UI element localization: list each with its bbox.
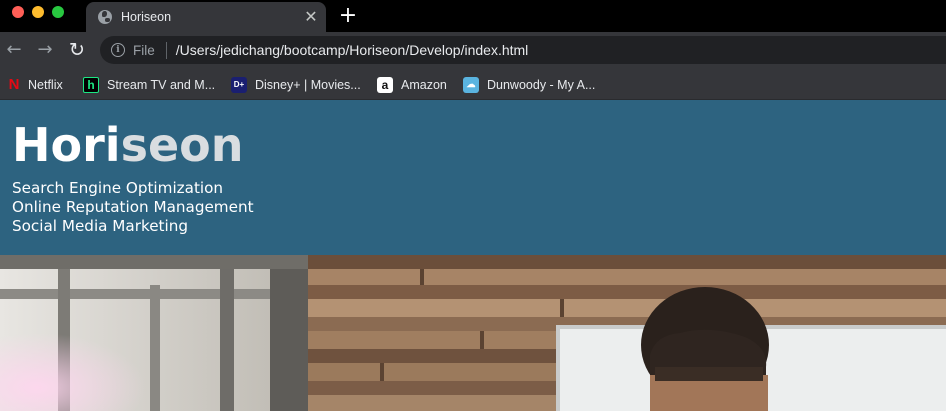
nav-link-online-reputation-management[interactable]: Online Reputation Management xyxy=(12,198,254,217)
address-divider xyxy=(165,41,167,59)
hero-image xyxy=(0,255,946,411)
bookmark-label: Amazon xyxy=(401,77,447,92)
bookmark-label: Disney+ | Movies... xyxy=(255,77,361,92)
brand-logo[interactable]: Horiseon xyxy=(12,119,244,172)
tab-close-icon[interactable]: ✕ xyxy=(300,9,322,25)
maximize-window-button[interactable] xyxy=(52,6,64,18)
bookmark-netflix[interactable]: N Netflix xyxy=(8,76,63,93)
back-arrow-icon[interactable]: ← xyxy=(3,39,25,61)
browser-tab[interactable]: Horiseon ✕ xyxy=(86,2,326,32)
site-header: Horiseon Search Engine Optimization Onli… xyxy=(0,101,946,255)
disney-plus-icon: D+ xyxy=(231,76,247,93)
info-icon[interactable]: i xyxy=(111,43,125,57)
tab-title: Horiseon xyxy=(121,10,172,24)
bookmark-label: Dunwoody - My A... xyxy=(487,77,596,92)
bookmark-label: Netflix xyxy=(28,77,63,92)
bookmark-label: Stream TV and M... xyxy=(107,77,216,92)
globe-icon xyxy=(98,10,112,24)
url-text[interactable]: /Users/jedichang/bootcamp/Horiseon/Devel… xyxy=(176,42,529,58)
netflix-icon: N xyxy=(8,76,20,93)
minimize-window-button[interactable] xyxy=(32,6,44,18)
address-bar[interactable]: i File /Users/jedichang/bootcamp/Horiseo… xyxy=(100,36,946,64)
nav-link-social-media-marketing[interactable]: Social Media Marketing xyxy=(12,217,254,236)
bookmark-disney-plus[interactable]: D+ Disney+ | Movies... xyxy=(231,76,361,93)
hulu-icon: h xyxy=(83,76,99,93)
browser-toolbar: ← → ↻ i File /Users/jedichang/bootcamp/H… xyxy=(0,32,946,68)
nav-link-search-engine-optimization[interactable]: Search Engine Optimization xyxy=(12,179,254,198)
bookmarks-bar: N Netflix h Stream TV and M... D+ Disney… xyxy=(0,68,946,100)
nav-menu: Search Engine Optimization Online Reputa… xyxy=(12,179,254,236)
forward-arrow-icon[interactable]: → xyxy=(34,39,56,61)
bookmark-amazon[interactable]: a Amazon xyxy=(377,76,447,93)
close-window-button[interactable] xyxy=(12,6,24,18)
bookmark-dunwoody[interactable]: ☁ Dunwoody - My A... xyxy=(463,76,595,93)
amazon-icon: a xyxy=(377,76,393,93)
dunwoody-icon: ☁ xyxy=(463,76,479,93)
hero-photo xyxy=(0,255,946,411)
tab-bar: Horiseon ✕ + xyxy=(0,0,946,32)
scheme-label: File xyxy=(133,42,155,58)
brand-part-seon: seon xyxy=(120,118,244,172)
reload-icon[interactable]: ↻ xyxy=(66,39,88,61)
brand-part-hori: Hori xyxy=(12,118,121,172)
new-tab-button[interactable]: + xyxy=(337,4,359,28)
bookmark-hulu[interactable]: h Stream TV and M... xyxy=(83,76,215,93)
